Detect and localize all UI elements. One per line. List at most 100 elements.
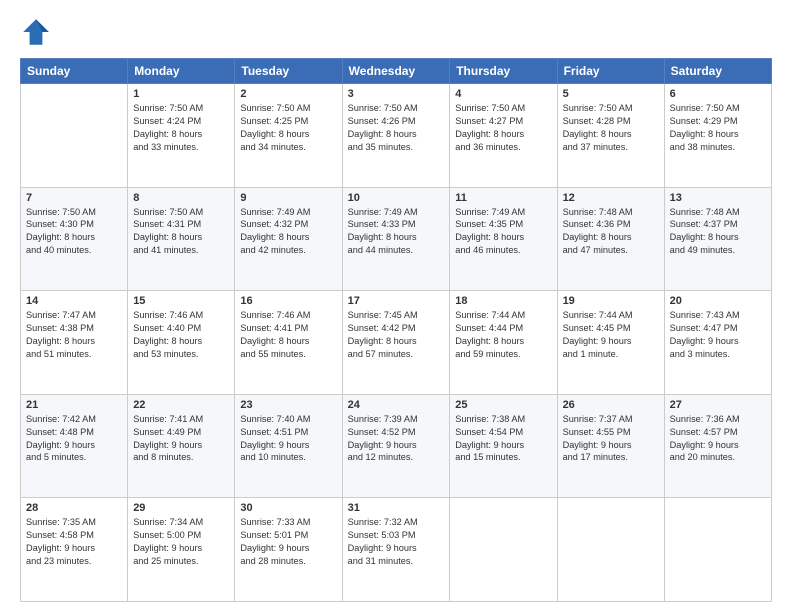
day-cell: 19 Sunrise: 7:44 AMSunset: 4:45 PMDayligh…	[557, 291, 664, 395]
day-cell: 31 Sunrise: 7:32 AMSunset: 5:03 PMDayligh…	[342, 498, 450, 602]
logo	[20, 16, 56, 48]
day-number: 12	[563, 192, 659, 204]
day-number: 18	[455, 295, 551, 307]
day-cell: 10 Sunrise: 7:49 AMSunset: 4:33 PMDayligh…	[342, 187, 450, 291]
week-row-0: 1 Sunrise: 7:50 AMSunset: 4:24 PMDaylight…	[21, 84, 772, 188]
day-number: 26	[563, 399, 659, 411]
col-header-sunday: Sunday	[21, 59, 128, 84]
day-info: Sunrise: 7:44 AMSunset: 4:44 PMDaylight:…	[455, 309, 551, 361]
day-number: 15	[133, 295, 229, 307]
logo-icon	[20, 16, 52, 48]
day-cell	[557, 498, 664, 602]
day-number: 4	[455, 88, 551, 100]
day-info: Sunrise: 7:48 AMSunset: 4:36 PMDaylight:…	[563, 206, 659, 258]
day-number: 30	[240, 502, 336, 514]
day-info: Sunrise: 7:50 AMSunset: 4:28 PMDaylight:…	[563, 102, 659, 154]
col-header-saturday: Saturday	[664, 59, 771, 84]
day-cell: 16 Sunrise: 7:46 AMSunset: 4:41 PMDayligh…	[235, 291, 342, 395]
day-info: Sunrise: 7:50 AMSunset: 4:24 PMDaylight:…	[133, 102, 229, 154]
day-number: 25	[455, 399, 551, 411]
day-number: 5	[563, 88, 659, 100]
day-info: Sunrise: 7:50 AMSunset: 4:30 PMDaylight:…	[26, 206, 122, 258]
calendar-table: SundayMondayTuesdayWednesdayThursdayFrid…	[20, 58, 772, 602]
day-cell: 3 Sunrise: 7:50 AMSunset: 4:26 PMDaylight…	[342, 84, 450, 188]
day-info: Sunrise: 7:32 AMSunset: 5:03 PMDaylight:…	[348, 516, 445, 568]
week-row-2: 14 Sunrise: 7:47 AMSunset: 4:38 PMDayligh…	[21, 291, 772, 395]
day-info: Sunrise: 7:49 AMSunset: 4:32 PMDaylight:…	[240, 206, 336, 258]
col-header-friday: Friday	[557, 59, 664, 84]
day-number: 23	[240, 399, 336, 411]
day-number: 31	[348, 502, 445, 514]
day-cell: 14 Sunrise: 7:47 AMSunset: 4:38 PMDayligh…	[21, 291, 128, 395]
day-cell: 18 Sunrise: 7:44 AMSunset: 4:44 PMDayligh…	[450, 291, 557, 395]
day-info: Sunrise: 7:41 AMSunset: 4:49 PMDaylight:…	[133, 413, 229, 465]
day-cell: 1 Sunrise: 7:50 AMSunset: 4:24 PMDaylight…	[128, 84, 235, 188]
day-cell: 13Sunrise: 7:48 AMSunset: 4:37 PMDayligh…	[664, 187, 771, 291]
day-info: Sunrise: 7:37 AMSunset: 4:55 PMDaylight:…	[563, 413, 659, 465]
day-number: 28	[26, 502, 122, 514]
col-header-monday: Monday	[128, 59, 235, 84]
day-cell: 4 Sunrise: 7:50 AMSunset: 4:27 PMDaylight…	[450, 84, 557, 188]
col-header-wednesday: Wednesday	[342, 59, 450, 84]
day-cell: 20Sunrise: 7:43 AMSunset: 4:47 PMDayligh…	[664, 291, 771, 395]
day-cell: 29Sunrise: 7:34 AMSunset: 5:00 PMDayligh…	[128, 498, 235, 602]
day-number: 19	[563, 295, 659, 307]
day-info: Sunrise: 7:50 AMSunset: 4:27 PMDaylight:…	[455, 102, 551, 154]
day-number: 27	[670, 399, 766, 411]
col-header-thursday: Thursday	[450, 59, 557, 84]
day-cell: 7Sunrise: 7:50 AMSunset: 4:30 PMDaylight…	[21, 187, 128, 291]
day-cell	[450, 498, 557, 602]
day-cell: 24 Sunrise: 7:39 AMSunset: 4:52 PMDayligh…	[342, 394, 450, 498]
day-info: Sunrise: 7:50 AMSunset: 4:25 PMDaylight:…	[240, 102, 336, 154]
day-number: 3	[348, 88, 445, 100]
day-number: 22	[133, 399, 229, 411]
day-number: 17	[348, 295, 445, 307]
day-cell: 30 Sunrise: 7:33 AMSunset: 5:01 PMDayligh…	[235, 498, 342, 602]
day-number: 1	[133, 88, 229, 100]
day-info: Sunrise: 7:46 AMSunset: 4:41 PMDaylight:…	[240, 309, 336, 361]
day-info: Sunrise: 7:47 AMSunset: 4:38 PMDaylight:…	[26, 309, 122, 361]
day-info: Sunrise: 7:50 AMSunset: 4:29 PMDaylight:…	[670, 102, 766, 154]
day-info: Sunrise: 7:33 AMSunset: 5:01 PMDaylight:…	[240, 516, 336, 568]
day-info: Sunrise: 7:35 AMSunset: 4:58 PMDaylight:…	[26, 516, 122, 568]
day-cell: 5 Sunrise: 7:50 AMSunset: 4:28 PMDaylight…	[557, 84, 664, 188]
day-info: Sunrise: 7:36 AMSunset: 4:57 PMDaylight:…	[670, 413, 766, 465]
day-number: 16	[240, 295, 336, 307]
day-info: Sunrise: 7:38 AMSunset: 4:54 PMDaylight:…	[455, 413, 551, 465]
day-number: 8	[133, 192, 229, 204]
day-number: 11	[455, 192, 551, 204]
day-info: Sunrise: 7:49 AMSunset: 4:33 PMDaylight:…	[348, 206, 445, 258]
day-cell: 6 Sunrise: 7:50 AMSunset: 4:29 PMDaylight…	[664, 84, 771, 188]
day-number: 24	[348, 399, 445, 411]
day-info: Sunrise: 7:50 AMSunset: 4:31 PMDaylight:…	[133, 206, 229, 258]
day-info: Sunrise: 7:39 AMSunset: 4:52 PMDaylight:…	[348, 413, 445, 465]
col-header-tuesday: Tuesday	[235, 59, 342, 84]
header	[20, 16, 772, 48]
day-info: Sunrise: 7:50 AMSunset: 4:26 PMDaylight:…	[348, 102, 445, 154]
week-row-3: 21 Sunrise: 7:42 AMSunset: 4:48 PMDayligh…	[21, 394, 772, 498]
page: SundayMondayTuesdayWednesdayThursdayFrid…	[0, 0, 792, 612]
day-cell: 25 Sunrise: 7:38 AMSunset: 4:54 PMDayligh…	[450, 394, 557, 498]
day-number: 6	[670, 88, 766, 100]
day-number: 9	[240, 192, 336, 204]
day-info: Sunrise: 7:42 AMSunset: 4:48 PMDaylight:…	[26, 413, 122, 465]
day-cell: 15 Sunrise: 7:46 AMSunset: 4:40 PMDayligh…	[128, 291, 235, 395]
day-cell: 9 Sunrise: 7:49 AMSunset: 4:32 PMDaylight…	[235, 187, 342, 291]
day-cell: 21 Sunrise: 7:42 AMSunset: 4:48 PMDayligh…	[21, 394, 128, 498]
day-info: Sunrise: 7:45 AMSunset: 4:42 PMDaylight:…	[348, 309, 445, 361]
day-cell: 26 Sunrise: 7:37 AMSunset: 4:55 PMDayligh…	[557, 394, 664, 498]
day-cell: 27 Sunrise: 7:36 AMSunset: 4:57 PMDayligh…	[664, 394, 771, 498]
day-info: Sunrise: 7:44 AMSunset: 4:45 PMDaylight:…	[563, 309, 659, 361]
day-cell: 17 Sunrise: 7:45 AMSunset: 4:42 PMDayligh…	[342, 291, 450, 395]
day-info: Sunrise: 7:46 AMSunset: 4:40 PMDaylight:…	[133, 309, 229, 361]
week-row-4: 28 Sunrise: 7:35 AMSunset: 4:58 PMDayligh…	[21, 498, 772, 602]
day-number: 13	[670, 192, 766, 204]
day-number: 29	[133, 502, 229, 514]
day-number: 21	[26, 399, 122, 411]
day-cell	[21, 84, 128, 188]
day-cell: 23 Sunrise: 7:40 AMSunset: 4:51 PMDayligh…	[235, 394, 342, 498]
day-info: Sunrise: 7:40 AMSunset: 4:51 PMDaylight:…	[240, 413, 336, 465]
day-number: 10	[348, 192, 445, 204]
day-number: 20	[670, 295, 766, 307]
day-number: 14	[26, 295, 122, 307]
